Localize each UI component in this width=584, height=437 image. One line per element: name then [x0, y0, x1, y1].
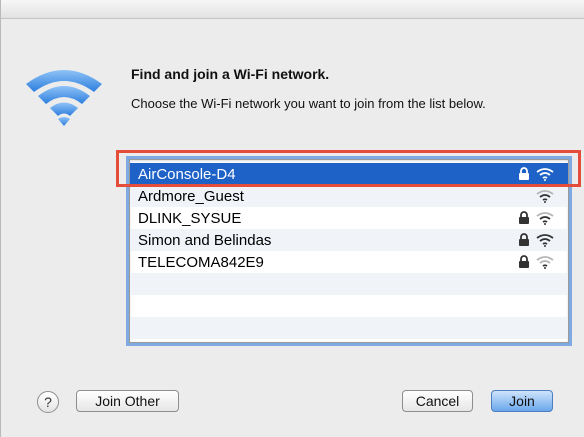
network-name: AirConsole-D4 [138, 165, 236, 183]
network-name: Simon and Belindas [138, 231, 272, 249]
wifi-signal-icon [536, 190, 554, 203]
cancel-button[interactable]: Cancel [402, 390, 473, 412]
network-name: TELECOMA842E9 [138, 253, 264, 271]
network-name: Ardmore_Guest [138, 187, 244, 205]
wifi-signal-icon [536, 234, 554, 247]
lock-icon [519, 211, 529, 224]
network-row-ardmore-guest[interactable]: Ardmore_Guest [130, 185, 568, 207]
empty-list-row [130, 317, 568, 339]
network-name: DLINK_SYSUE [138, 209, 242, 227]
network-row-simon-and-belindas[interactable]: Simon and Belindas [130, 229, 568, 251]
empty-list-row [130, 273, 568, 295]
join-wifi-dialog: Find and join a Wi-Fi network. Choose th… [0, 0, 584, 437]
help-button[interactable]: ? [37, 391, 59, 413]
network-row-telecoma842e9[interactable]: TELECOMA842E9 [130, 251, 568, 273]
dialog-top-edge [1, 0, 584, 19]
network-row-dlink-sysue[interactable]: DLINK_SYSUE [130, 207, 568, 229]
wifi-icon [26, 70, 102, 126]
empty-list-row [130, 295, 568, 317]
wifi-signal-icon [536, 168, 554, 181]
wifi-signal-icon [536, 212, 554, 225]
lock-icon [519, 255, 529, 268]
network-row-airconsole-d4[interactable]: AirConsole-D4 [130, 163, 568, 185]
lock-icon [519, 233, 529, 246]
dialog-title: Find and join a Wi-Fi network. [131, 66, 330, 82]
join-other-button[interactable]: Join Other [76, 390, 179, 412]
network-list[interactable]: AirConsole-D4 Ardmore_Guest DLINK_SYSUE … [129, 159, 569, 343]
lock-icon [519, 167, 529, 180]
dialog-subtitle: Choose the Wi-Fi network you want to joi… [131, 96, 486, 111]
join-button[interactable]: Join [491, 390, 553, 412]
wifi-signal-icon [536, 256, 554, 269]
